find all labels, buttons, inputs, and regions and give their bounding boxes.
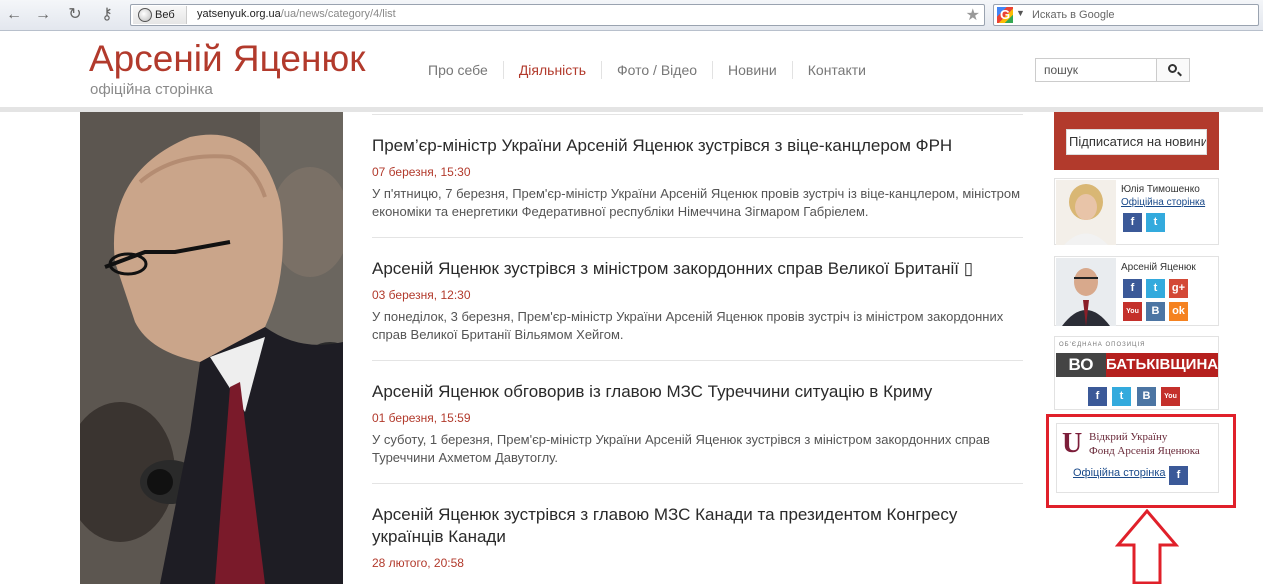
up-arrow-icon — [1115, 509, 1179, 584]
list-item: Арсеній Яценюк обговорив із главою МЗС Т… — [372, 360, 1023, 483]
globe-icon — [138, 8, 152, 22]
vk-icon[interactable]: B — [1146, 302, 1165, 321]
avatar — [1056, 180, 1116, 245]
highlight-box — [1046, 414, 1236, 508]
search-input[interactable]: пошук — [1035, 58, 1157, 82]
party-logo-vo[interactable]: ВО — [1056, 353, 1106, 377]
nav-item-about[interactable]: Про себе — [413, 61, 503, 79]
news-title[interactable]: Арсеній Яценюк зустрівся з главою МЗС Ка… — [372, 504, 1023, 548]
news-title[interactable]: Арсеній Яценюк зустрівся з міністром зак… — [372, 258, 1023, 280]
card-name: Юлія Тимошенко — [1121, 184, 1200, 195]
search-icon — [1168, 64, 1177, 73]
search-button[interactable] — [1156, 58, 1190, 82]
yatsenyuk-card: Арсеній Яценюк f t g+ You Tube B ok — [1054, 256, 1219, 334]
facebook-icon[interactable]: f — [1088, 387, 1107, 406]
news-summary: У понеділок, 3 березня, Прем'єр-міністр … — [372, 309, 1004, 342]
dropdown-arrow-icon[interactable]: ▼ — [1016, 8, 1025, 18]
party-banner: ОБ'ЄДНАНА ОПОЗИЦІЯ ВО БАТЬКІВЩИНА f t B … — [1054, 336, 1219, 419]
tymoshenko-card: Юлія Тимошенко Офіційна сторінка f t — [1054, 178, 1219, 245]
address-bar[interactable]: Веб yatsenyuk.org.ua/ua/news/category/4/… — [130, 4, 985, 26]
youtube-icon[interactable]: You Tube — [1161, 387, 1180, 419]
nav-item-activity[interactable]: Діяльність — [502, 61, 601, 79]
google-search-placeholder[interactable]: Искать в Google — [1032, 9, 1115, 21]
party-caption: ОБ'ЄДНАНА ОПОЗИЦІЯ — [1059, 342, 1146, 348]
youtube-icon[interactable]: You Tube — [1123, 302, 1142, 334]
search-engine-badge[interactable]: Веб — [133, 6, 187, 24]
official-page-link[interactable]: Офіційна сторінка — [1121, 197, 1205, 208]
site-header: Арсеній Яценюк офіційна сторінка Про себ… — [0, 31, 1263, 107]
bookmark-star-icon[interactable]: ★ — [966, 5, 980, 25]
reload-icon[interactable]: ↻ — [64, 5, 86, 25]
site-title[interactable]: Арсеній Яценюк — [89, 38, 365, 80]
news-date: 03 березня, 12:30 — [372, 288, 471, 302]
nav-item-contacts[interactable]: Контакти — [791, 61, 881, 79]
google-plus-icon[interactable]: g+ — [1169, 279, 1188, 298]
nav-item-news[interactable]: Новини — [712, 61, 792, 79]
vk-icon[interactable]: B — [1137, 387, 1156, 406]
news-summary: У п'ятницю, 7 березня, Прем'єр-міністр У… — [372, 186, 1021, 219]
subscribe-panel: Підписатися на новини — [1054, 112, 1219, 170]
news-list: Прем’єр-міністр України Арсеній Яценюк з… — [372, 114, 1023, 584]
news-title[interactable]: Прем’єр-міністр України Арсеній Яценюк з… — [372, 135, 1023, 157]
nav-item-photo-video[interactable]: Фото / Відео — [601, 61, 712, 79]
forward-arrow-icon[interactable]: → — [32, 5, 54, 25]
avatar — [1056, 258, 1116, 326]
subscribe-button[interactable]: Підписатися на новини — [1066, 129, 1207, 155]
facebook-icon[interactable]: f — [1123, 213, 1142, 232]
portrait-photo — [80, 112, 343, 584]
odnoklassniki-icon[interactable]: ok — [1169, 302, 1188, 321]
key-icon[interactable]: ⚷ — [96, 5, 118, 25]
list-item: Прем’єр-міністр України Арсеній Яценюк з… — [372, 114, 1023, 237]
site-subtitle: офіційна сторінка — [90, 81, 213, 98]
news-date: 07 березня, 15:30 — [372, 165, 471, 179]
main-navigation: Про себе Діяльність Фото / Відео Новини … — [413, 61, 881, 79]
google-logo-icon[interactable]: G — [997, 7, 1013, 23]
portrait-illustration — [80, 112, 343, 584]
news-summary: У суботу, 1 березня, Прем'єр-міністр Укр… — [372, 432, 990, 465]
list-item: Арсеній Яценюк зустрівся з главою МЗС Ка… — [372, 483, 1023, 584]
card-name: Арсеній Яценюк — [1121, 262, 1196, 273]
browser-toolbar: ← → ↻ ⚷ Веб yatsenyuk.org.ua/ua/news/cat… — [0, 0, 1263, 31]
facebook-icon[interactable]: f — [1123, 279, 1142, 298]
twitter-icon[interactable]: t — [1146, 213, 1165, 232]
google-search-box[interactable]: G ▼ Искать в Google — [993, 4, 1259, 26]
news-date: 01 березня, 15:59 — [372, 411, 471, 425]
twitter-icon[interactable]: t — [1146, 279, 1165, 298]
back-arrow-icon[interactable]: ← — [3, 5, 25, 25]
news-title[interactable]: Арсеній Яценюк обговорив із главою МЗС Т… — [372, 381, 1023, 403]
party-logo-name[interactable]: БАТЬКІВЩИНА — [1106, 353, 1218, 377]
news-date: 28 лютого, 20:58 — [372, 556, 464, 570]
twitter-icon[interactable]: t — [1112, 387, 1131, 406]
url-text: yatsenyuk.org.ua/ua/news/category/4/list — [197, 8, 396, 20]
list-item: Арсеній Яценюк зустрівся з міністром зак… — [372, 237, 1023, 360]
